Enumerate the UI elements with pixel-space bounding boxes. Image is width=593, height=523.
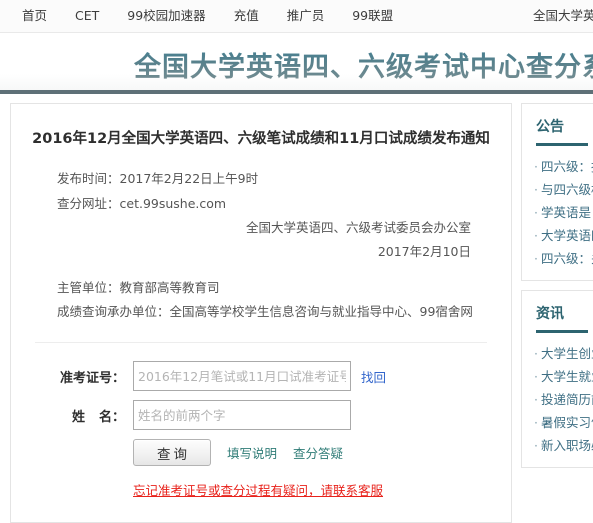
news-item[interactable]: ·大学生就业 xyxy=(522,365,593,388)
news-title: 资讯 xyxy=(536,306,564,322)
announcements-underline xyxy=(536,143,588,146)
bullet-icon: · xyxy=(534,415,538,430)
bullet-icon: · xyxy=(534,392,538,407)
announcements-panel: 公告 ·四六级：报 ·与四六级相 ·学英语是 ·大学英语四 ·四六级：关 xyxy=(521,103,593,281)
score-query-form: 准考证号： 找回 姓名： 查询 填写说明 查分答疑 忘记准考证号或查分过程有疑问… xyxy=(29,343,493,499)
ticket-number-row: 准考证号： 找回 xyxy=(29,361,493,391)
news-panel: 资讯 ·大学生创业 ·大学生就业 ·投递简历前 ·暑假实习何 ·新入职场必 xyxy=(521,290,593,468)
score-faq-link[interactable]: 查分答疑 xyxy=(293,443,343,462)
site-banner: 全国大学英语四、六级考试中心查分系统 xyxy=(0,33,593,94)
query-button[interactable]: 查询 xyxy=(133,439,211,466)
announcement-item[interactable]: ·与四六级相 xyxy=(522,178,593,201)
bullet-icon: · xyxy=(534,228,538,243)
announcements-title: 公告 xyxy=(536,119,564,135)
nav-item-cet-portal[interactable]: 全国大学英语 xyxy=(525,0,593,32)
news-item-label: 大学生创业 xyxy=(540,346,593,361)
announcement-item-label: 四六级：关 xyxy=(540,251,593,266)
retrieve-ticket-link[interactable]: 找回 xyxy=(361,367,386,386)
nav-item-promoter[interactable]: 推广员 xyxy=(273,0,339,32)
notice-query-url: 查分网址：cet.99sushe.com xyxy=(57,196,227,211)
name-label-char-2: 名： xyxy=(98,409,125,425)
bullet-icon: · xyxy=(534,205,538,220)
notice-organizer: 成绩查询承办单位：全国高等学校学生信息咨询与就业指导中心、99宿舍网 xyxy=(57,304,473,319)
announcement-item[interactable]: ·四六级：关 xyxy=(522,247,593,270)
news-item-label: 大学生就业 xyxy=(540,369,593,384)
news-item[interactable]: ·暑假实习何 xyxy=(522,411,593,434)
nav-item-cet[interactable]: CET xyxy=(61,0,113,32)
ticket-number-label: 准考证号： xyxy=(59,370,125,386)
bullet-icon: · xyxy=(534,369,538,384)
news-underline xyxy=(536,330,588,333)
news-item-label: 新入职场必 xyxy=(540,438,593,453)
top-nav-items: 首页 CET 99校园加速器 充值 推广员 99联盟 xyxy=(0,0,407,32)
name-input[interactable] xyxy=(133,400,351,430)
bullet-icon: · xyxy=(534,251,538,266)
notice-card: 2016年12月全国大学英语四、六级笔试成绩和11月口试成绩发布通知 发布时间：… xyxy=(10,103,512,523)
top-navigation-bar: 首页 CET 99校园加速器 充值 推广员 99联盟 全国大学英语 xyxy=(0,0,593,33)
page-body: 2016年12月全国大学英语四、六级笔试成绩和11月口试成绩发布通知 发布时间：… xyxy=(0,94,593,523)
nav-item-recharge[interactable]: 充值 xyxy=(220,0,273,32)
site-title: 全国大学英语四、六级考试中心查分系统 xyxy=(134,45,593,84)
announcement-item[interactable]: ·大学英语四 xyxy=(522,224,593,247)
announcement-item-label: 大学英语四 xyxy=(540,228,593,243)
announcement-item-label: 与四六级相 xyxy=(540,182,593,197)
right-sidebar: 公告 ·四六级：报 ·与四六级相 ·学英语是 ·大学英语四 ·四六级：关 资讯 … xyxy=(521,103,593,477)
fill-instructions-link[interactable]: 填写说明 xyxy=(227,443,277,462)
form-actions-row: 查询 填写说明 查分答疑 xyxy=(29,439,493,466)
warning-row: 忘记准考证号或查分过程有疑问，请联系客服 xyxy=(29,480,493,499)
news-item-label: 投递简历前 xyxy=(540,392,593,407)
news-item[interactable]: ·投递简历前 xyxy=(522,388,593,411)
name-label: 姓名： xyxy=(29,406,133,425)
news-item[interactable]: ·大学生创业 xyxy=(522,342,593,365)
announcement-item[interactable]: ·四六级：报 xyxy=(522,155,593,178)
announcement-item-label: 学英语是 xyxy=(540,205,591,220)
news-item[interactable]: ·新入职场必 xyxy=(522,434,593,457)
name-label-char-1: 姓 xyxy=(71,409,99,425)
ticket-number-input[interactable] xyxy=(133,361,351,391)
bullet-icon: · xyxy=(534,438,538,453)
notice-title: 2016年12月全国大学英语四、六级笔试成绩和11月口试成绩发布通知 xyxy=(32,131,490,147)
notice-issuer: 全国大学英语四、六级考试委员会办公室 xyxy=(245,220,471,235)
bullet-icon: · xyxy=(534,159,538,174)
announcement-item-label: 四六级：报 xyxy=(540,159,593,174)
nav-item-99-alliance[interactable]: 99联盟 xyxy=(338,0,407,32)
nav-item-campus-accelerator[interactable]: 99校园加速器 xyxy=(113,0,219,32)
notice-supervisor: 主管单位：教育部高等教育司 xyxy=(57,280,220,295)
announcement-item[interactable]: · 学英语是 xyxy=(522,201,593,224)
notice-issue-date: 2017年2月10日 xyxy=(377,244,471,259)
notice-publish-time: 发布时间：2017年2月22日上午9时 xyxy=(57,171,259,186)
notice-spacer xyxy=(29,264,493,276)
news-item-label: 暑假实习何 xyxy=(540,415,593,430)
contact-support-link[interactable]: 忘记准考证号或查分过程有疑问，请联系客服 xyxy=(133,480,383,499)
bullet-icon: · xyxy=(534,182,538,197)
nav-item-home[interactable]: 首页 xyxy=(0,0,61,32)
bullet-icon: · xyxy=(534,346,538,361)
name-row: 姓名： xyxy=(29,400,493,430)
